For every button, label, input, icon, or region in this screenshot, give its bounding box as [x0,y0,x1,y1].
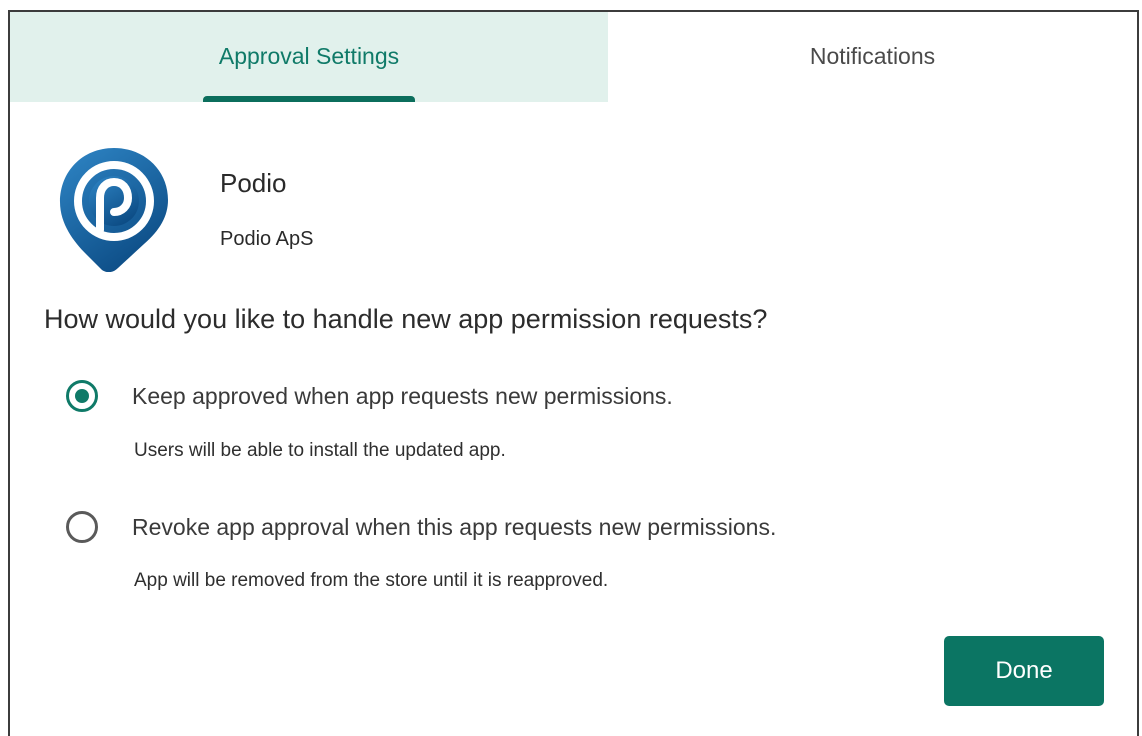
tab-notifications[interactable]: Notifications [608,12,1137,102]
approval-dialog: Approval Settings Notifications Podio Po… [8,10,1139,736]
podio-logo-icon [56,144,172,273]
tab-approval-settings[interactable]: Approval Settings [10,12,608,102]
option-keep-approved-label: Keep approved when app requests new perm… [132,382,673,409]
option-revoke-approval-description: App will be removed from the store until… [134,570,609,591]
option-keep-approved-description: Users will be able to install the update… [134,440,506,461]
option-keep-approved[interactable]: Keep approved when app requests new perm… [66,380,673,412]
radio-revoke-approval[interactable] [66,511,98,543]
tab-notifications-label: Notifications [809,42,936,69]
done-button[interactable]: Done [944,636,1104,706]
app-publisher: Podio ApS [220,228,314,250]
tab-bar: Approval Settings Notifications [10,12,1137,102]
permission-question: How would you like to handle new app per… [44,304,768,334]
app-name: Podio [220,168,287,198]
active-tab-indicator [203,96,415,102]
option-revoke-approval[interactable]: Revoke app approval when this app reques… [66,511,776,543]
radio-keep-approved[interactable] [66,380,98,412]
tab-approval-settings-label: Approval Settings [218,42,400,69]
option-revoke-approval-label: Revoke app approval when this app reques… [132,513,777,540]
